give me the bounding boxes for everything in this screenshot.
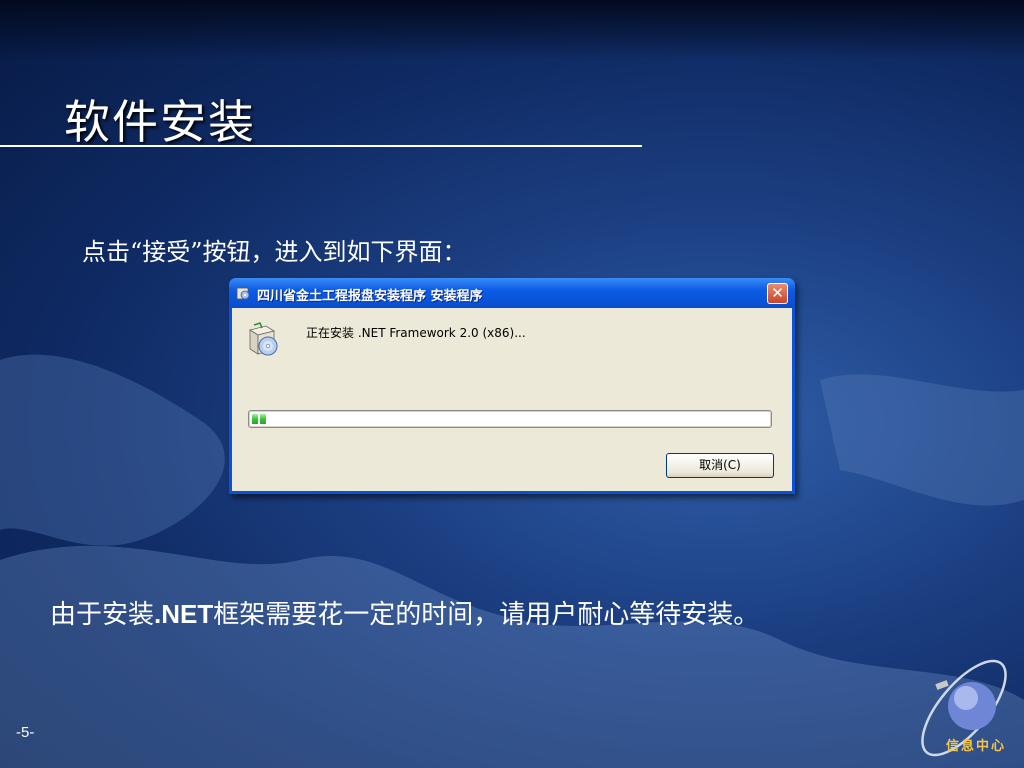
- instruction-text: 点击“接受”按钮，进入到如下界面：: [82, 238, 467, 266]
- dialog-client-area: 正在安装 .NET Framework 2.0 (x86)... 取消(C): [232, 308, 792, 491]
- cancel-button[interactable]: 取消(C): [666, 453, 774, 478]
- dialog-titlebar[interactable]: 四川省金土工程报盘安装程序 安装程序 ✕: [229, 278, 795, 308]
- page-number: -5-: [16, 724, 35, 741]
- close-icon: ✕: [771, 284, 784, 302]
- install-status-text: 正在安装 .NET Framework 2.0 (x86)...: [306, 326, 526, 340]
- progress-block: [252, 414, 258, 424]
- install-note: 由于安装.NET框架需要花一定的时间，请用户耐心等待安装。: [50, 594, 759, 631]
- note-net: .NET: [154, 599, 214, 629]
- logo-text: 信息中心: [946, 739, 1007, 754]
- installer-box-icon: [248, 322, 278, 356]
- install-progress-bar: [248, 410, 772, 428]
- title-underline: [0, 145, 642, 147]
- installer-icon: [236, 287, 250, 300]
- progress-block: [260, 414, 266, 424]
- close-button[interactable]: ✕: [767, 283, 788, 304]
- dialog-title: 四川省金土工程报盘安装程序 安装程序: [257, 289, 483, 304]
- installer-dialog: 四川省金土工程报盘安装程序 安装程序 ✕ 正在安装 .NET Framework…: [229, 278, 795, 494]
- note-prefix: 由于安装: [50, 600, 155, 630]
- slide-title: 软件安装: [64, 95, 256, 149]
- note-suffix: 框架需要花一定的时间，请用户耐心等待安装。: [213, 600, 760, 630]
